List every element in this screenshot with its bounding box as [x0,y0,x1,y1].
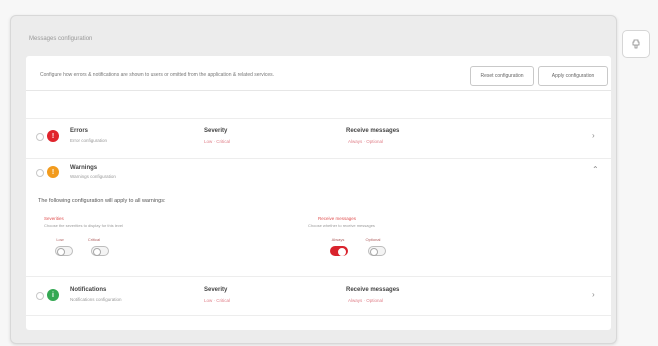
level-row-notification[interactable]: i Notifications Notifications configurat… [26,277,611,315]
radio-notification[interactable] [36,292,44,300]
toggle-label-low: Low [56,237,64,242]
apply-configuration-button[interactable]: Apply configuration [538,66,608,86]
toggle-label-optional: Optional [365,237,381,242]
receive-header: Receive messages [346,287,400,293]
level-row-error[interactable]: ! Errors Error configuration Severity Lo… [26,119,611,157]
side-tool-button[interactable] [622,30,650,58]
toggle-critical[interactable] [91,246,109,256]
chevron-up-icon[interactable]: ⌃ [592,165,599,174]
toggle-label-critical: Critical [87,237,101,242]
notification-icon: i [47,289,59,301]
toggle-label-always: Always [331,237,345,242]
receive-group-title: Receive messages [318,216,357,221]
divider [26,315,611,316]
warning-notice: The following configuration will apply t… [38,198,166,204]
receive-header: Receive messages [346,128,400,134]
tool-icon [632,39,640,49]
card-title: Messages configuration [29,36,93,42]
severity-group-sub: Choose the severities to display for thi… [44,223,123,228]
severity-group-title: Severities [44,216,64,221]
chevron-right-icon[interactable]: › [592,290,595,299]
description-text: Configure how errors & notifications are… [40,72,274,78]
description-row: Configure how errors & notifications are… [26,56,611,91]
receive-group-sub: Choose whether to receive messages [308,223,375,228]
chevron-right-icon[interactable]: › [592,131,595,140]
toggle-low[interactable] [55,246,73,256]
notification-label: Notifications [70,287,107,293]
toggle-optional[interactable] [368,246,386,256]
severity-value: Low · Critical [204,139,231,144]
receive-value: Always · Optional [348,139,384,144]
radio-error[interactable] [36,133,44,141]
severity-value: Low · Critical [204,298,231,303]
warning-sub: Warnings configuration [70,174,116,179]
notification-sub: Notifications configuration [70,297,122,302]
warning-icon: ! [47,166,59,178]
receive-value: Always · Optional [348,298,384,303]
toggle-always[interactable] [330,246,348,256]
warning-label: Warnings [70,165,98,171]
severity-header: Severity [204,287,228,293]
severity-header: Severity [204,128,228,134]
level-row-warning[interactable]: ! Warnings Warnings configuration ⌃ [26,159,611,187]
radio-warning[interactable] [36,169,44,177]
error-icon: ! [47,130,59,142]
reset-configuration-button[interactable]: Reset configuration [470,66,534,86]
error-label: Errors [70,128,89,134]
error-sub: Error configuration [70,138,108,143]
